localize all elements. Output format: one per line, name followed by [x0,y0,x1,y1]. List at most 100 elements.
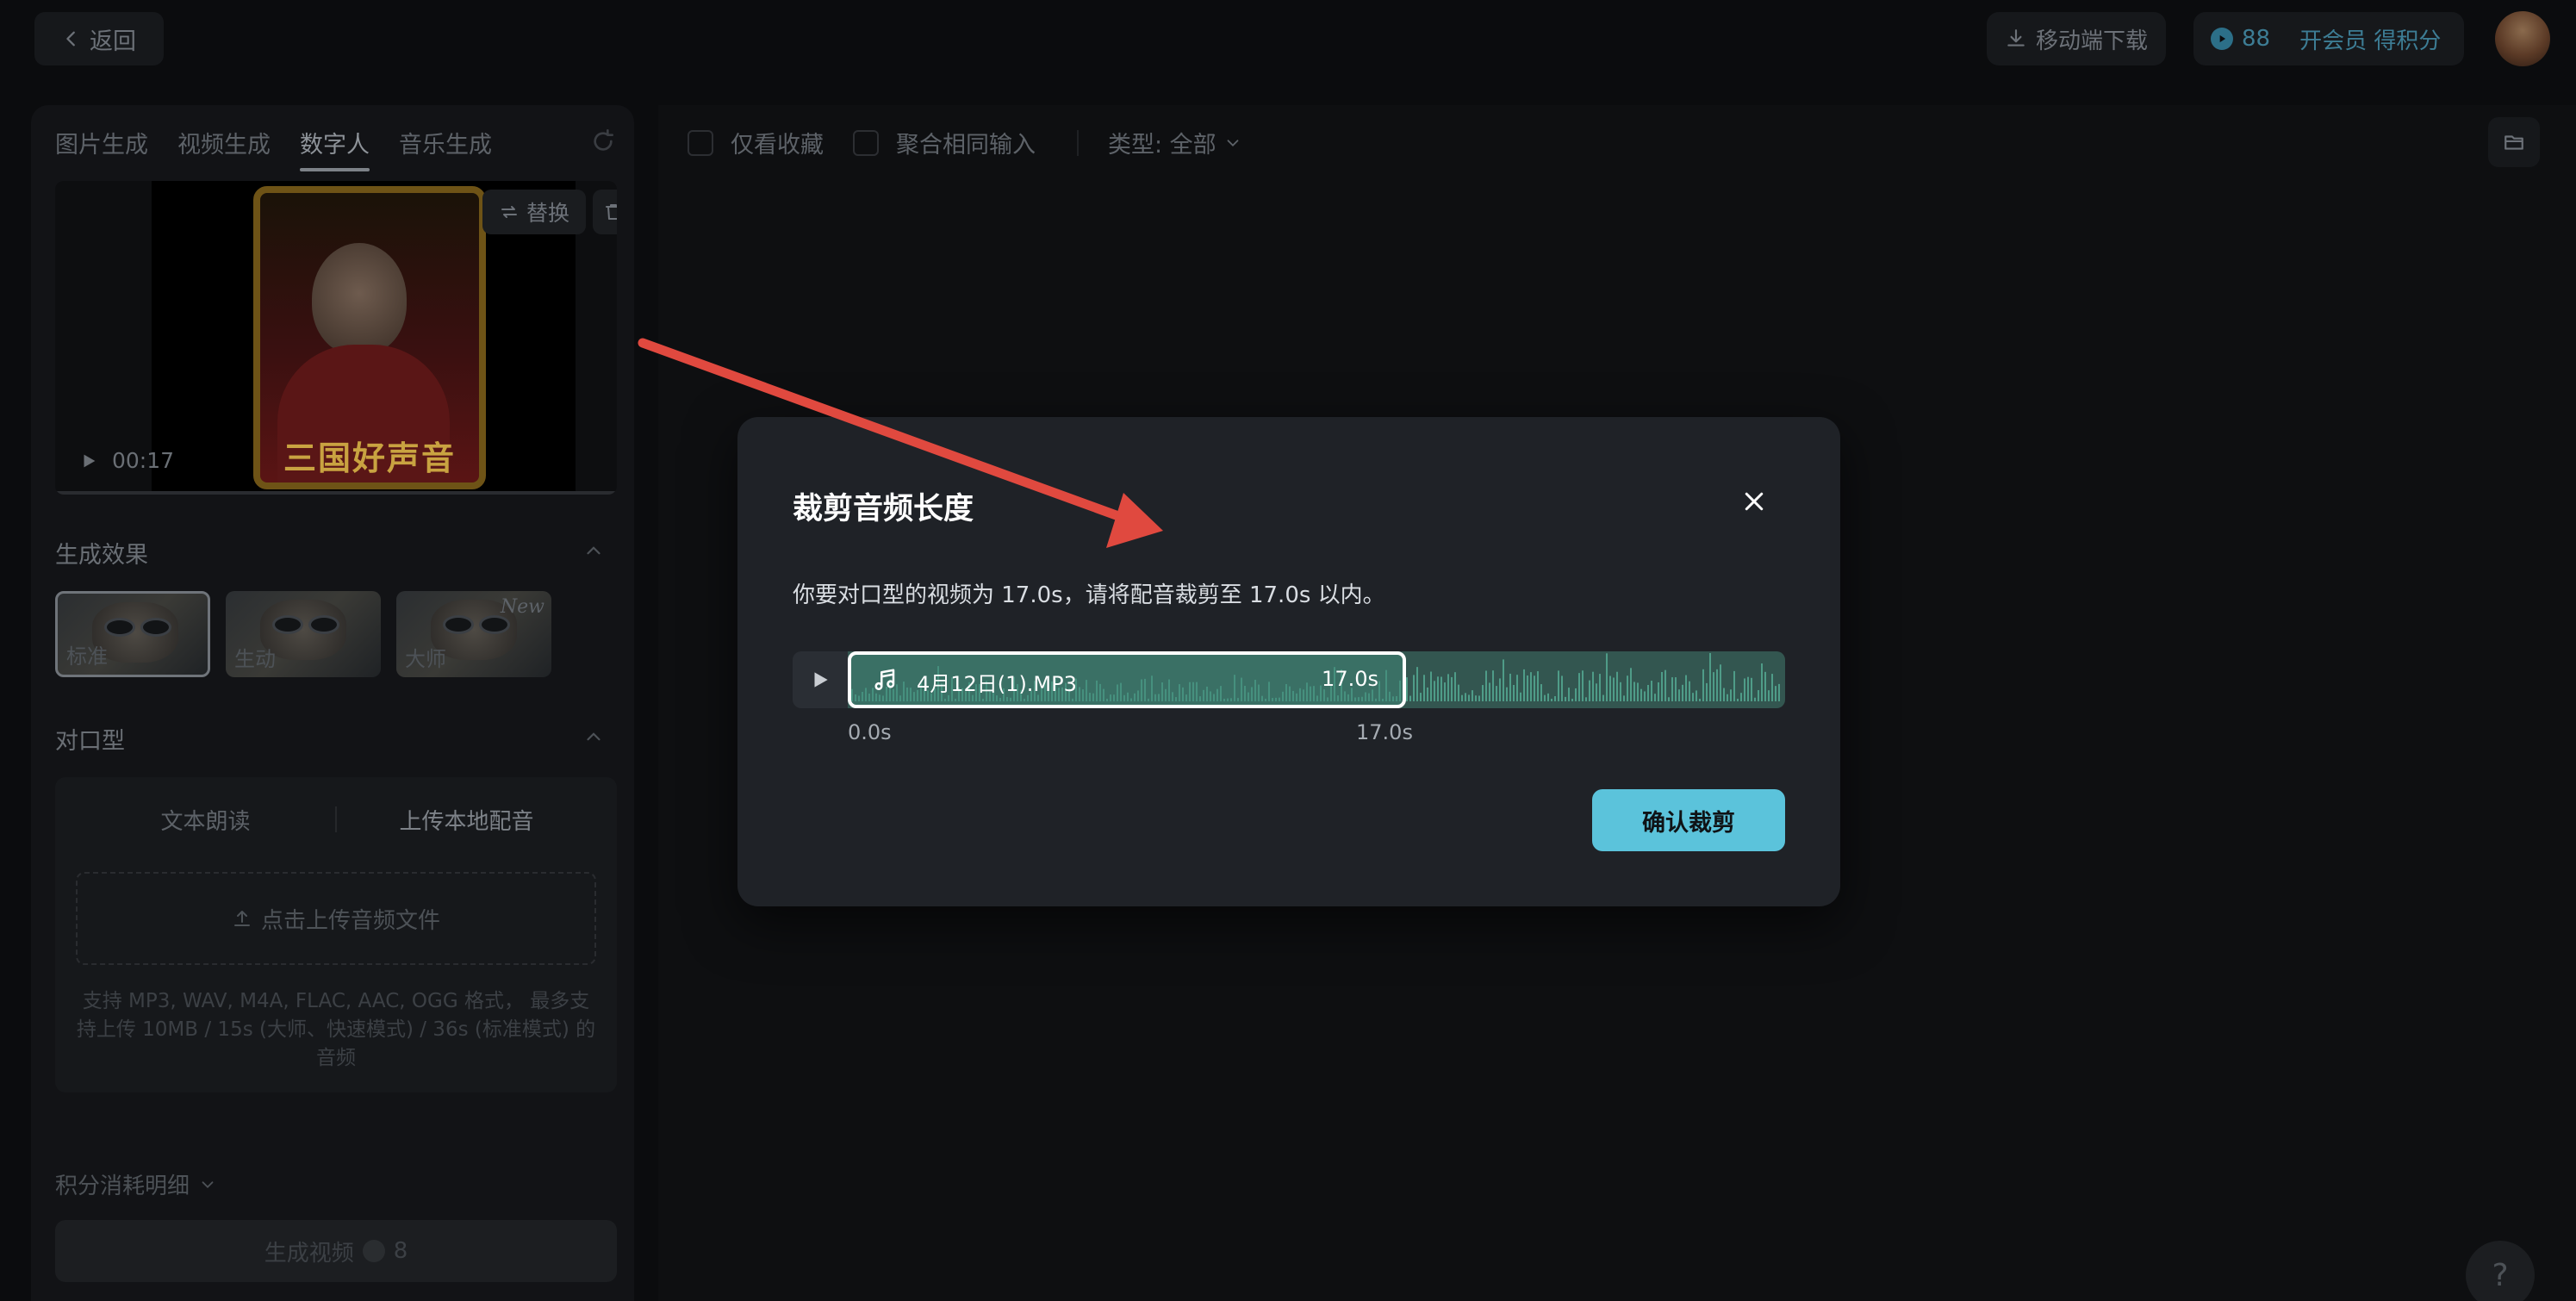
waveform-bar [1744,678,1745,701]
delete-video-button[interactable] [593,190,617,234]
waveform-bar [1696,690,1697,701]
type-filter-dropdown[interactable]: 类型: 全部 [1108,126,1242,159]
merge-same-input-filter[interactable]: 聚合相同输入 [853,126,1036,159]
refresh-icon[interactable] [589,128,617,155]
reference-video[interactable]: 三国好声音 替换 00:17 [55,181,617,495]
waveform-bar [1472,690,1473,701]
confirm-trim-button[interactable]: 确认裁剪 [1592,789,1785,851]
tab-image-generation[interactable]: 图片生成 [55,126,148,171]
waveform-bar [1678,689,1680,701]
video-progress-bar[interactable] [55,491,617,495]
waveform-bar [1434,681,1435,701]
replace-video-button[interactable]: 替换 [482,190,586,234]
waveform-bar [1737,699,1739,701]
points-coin-icon [362,1240,385,1262]
merge-checkbox[interactable] [853,129,879,156]
favorites-checkbox[interactable] [688,129,713,156]
waveform-bar [1465,693,1466,701]
new-badge: New [500,596,544,618]
waveform-bar [1513,684,1515,701]
collapse-effect-chevron-icon[interactable] [582,539,605,562]
waveform-bar [1699,699,1701,701]
tick-end: 17.0s [1356,720,1413,744]
audio-play-button[interactable] [793,651,848,708]
help-button[interactable]: ? [2466,1241,2535,1301]
waveform-bar [1775,686,1776,701]
waveform-bar [1427,687,1428,701]
type-filter-label: 类型: 全部 [1108,132,1216,159]
waveform-bar [1568,688,1570,701]
waveform-bar [1420,693,1422,701]
collapse-lip-sync-chevron-icon[interactable] [582,725,605,748]
points-pill[interactable]: 88 开会员 得积分 [2193,12,2464,65]
trim-audio-dialog: 裁剪音频长度 你要对口型的视频为 17.0s，请将配音裁剪至 17.0s 以内。… [737,417,1840,906]
avatar[interactable] [2495,11,2550,66]
back-button[interactable]: 返回 [34,12,164,65]
video-play-control[interactable]: 00:17 [79,448,174,473]
tab-text-to-speech[interactable]: 文本朗读 [76,804,335,836]
favorites-only-filter[interactable]: 仅看收藏 [688,126,824,159]
waveform-bar [1561,675,1563,701]
waveform-bar [1547,693,1549,701]
waveform-bar [1778,683,1780,701]
waveform-bar [1658,682,1659,701]
waveform-bar [1751,677,1752,701]
waveform-bar [1492,670,1494,701]
waveform-bar [1516,675,1518,701]
waveform-bar [1458,684,1459,701]
tab-digital-human[interactable]: 数字人 [300,126,370,171]
waveform-bar [1537,671,1539,701]
waveform-bar [1416,667,1418,701]
waveform-bar [1633,682,1635,701]
tab-video-generation[interactable]: 视频生成 [177,126,271,171]
waveform-bar [1730,689,1732,701]
points-coin-icon [2211,28,2233,50]
waveform-bar [1520,692,1521,701]
top-bar: 返回 移动端下载 88 开会员 得积分 [0,0,2576,79]
waveform-bar [1475,695,1477,701]
waveform-bar [1647,685,1649,701]
video-duration: 00:17 [112,448,175,473]
vip-link[interactable]: 开会员 得积分 [2299,23,2441,55]
waveform-bar [1613,677,1615,701]
waveform-bar [1430,671,1432,701]
effect-option-standard[interactable]: 标准 [55,591,210,677]
effect-option-vivid[interactable]: 生动 [226,591,381,677]
waveform-bar [1530,672,1532,701]
tab-upload-local-audio[interactable]: 上传本地配音 [337,804,596,836]
waveform-bar [1761,663,1763,701]
tab-music-generation[interactable]: 音乐生成 [399,126,492,171]
upload-icon [233,911,250,926]
waveform-bar [1437,676,1439,701]
dialog-title: 裁剪音频长度 [793,492,974,526]
folder-icon [2504,135,2523,150]
effect-option-master[interactable]: New 大师 [396,591,551,677]
audio-upload-zone[interactable]: 点击上传音频文件 [76,872,596,965]
chevron-down-icon [202,1180,214,1188]
waveform-bar [1534,675,1535,701]
waveform-bar [1616,671,1618,701]
replace-label: 替换 [526,201,569,226]
waveform-bar [1758,689,1759,701]
waveform-bar [1720,664,1721,701]
chevron-down-icon [1227,139,1239,146]
upload-label: 点击上传音频文件 [260,907,440,934]
trim-selection-window[interactable]: 4月12日(1).MP3 17.0s [848,651,1406,708]
waveform-bar [1575,688,1577,701]
generate-video-button[interactable]: 生成视频 8 [55,1220,617,1282]
waveform-bar [1637,682,1639,701]
waveform-bar [1602,694,1604,701]
waveform-bar [1664,669,1666,701]
lip-sync-mode-tabs: 文本朗读 上传本地配音 [76,793,596,846]
waveform-bar [1733,670,1735,701]
waveform-bar [1506,687,1508,701]
waveform-bar [1499,678,1501,701]
points-count: 88 [2242,26,2271,52]
waveform-bar [1509,673,1511,701]
waveform-bar [1489,682,1490,701]
cost-detail-toggle[interactable]: 积分消耗明细 [55,1168,217,1200]
waveform-bar [1609,675,1611,701]
folder-button[interactable] [2488,117,2540,167]
mobile-download-button[interactable]: 移动端下载 [1987,12,2166,65]
close-dialog-button[interactable] [1737,484,1771,519]
